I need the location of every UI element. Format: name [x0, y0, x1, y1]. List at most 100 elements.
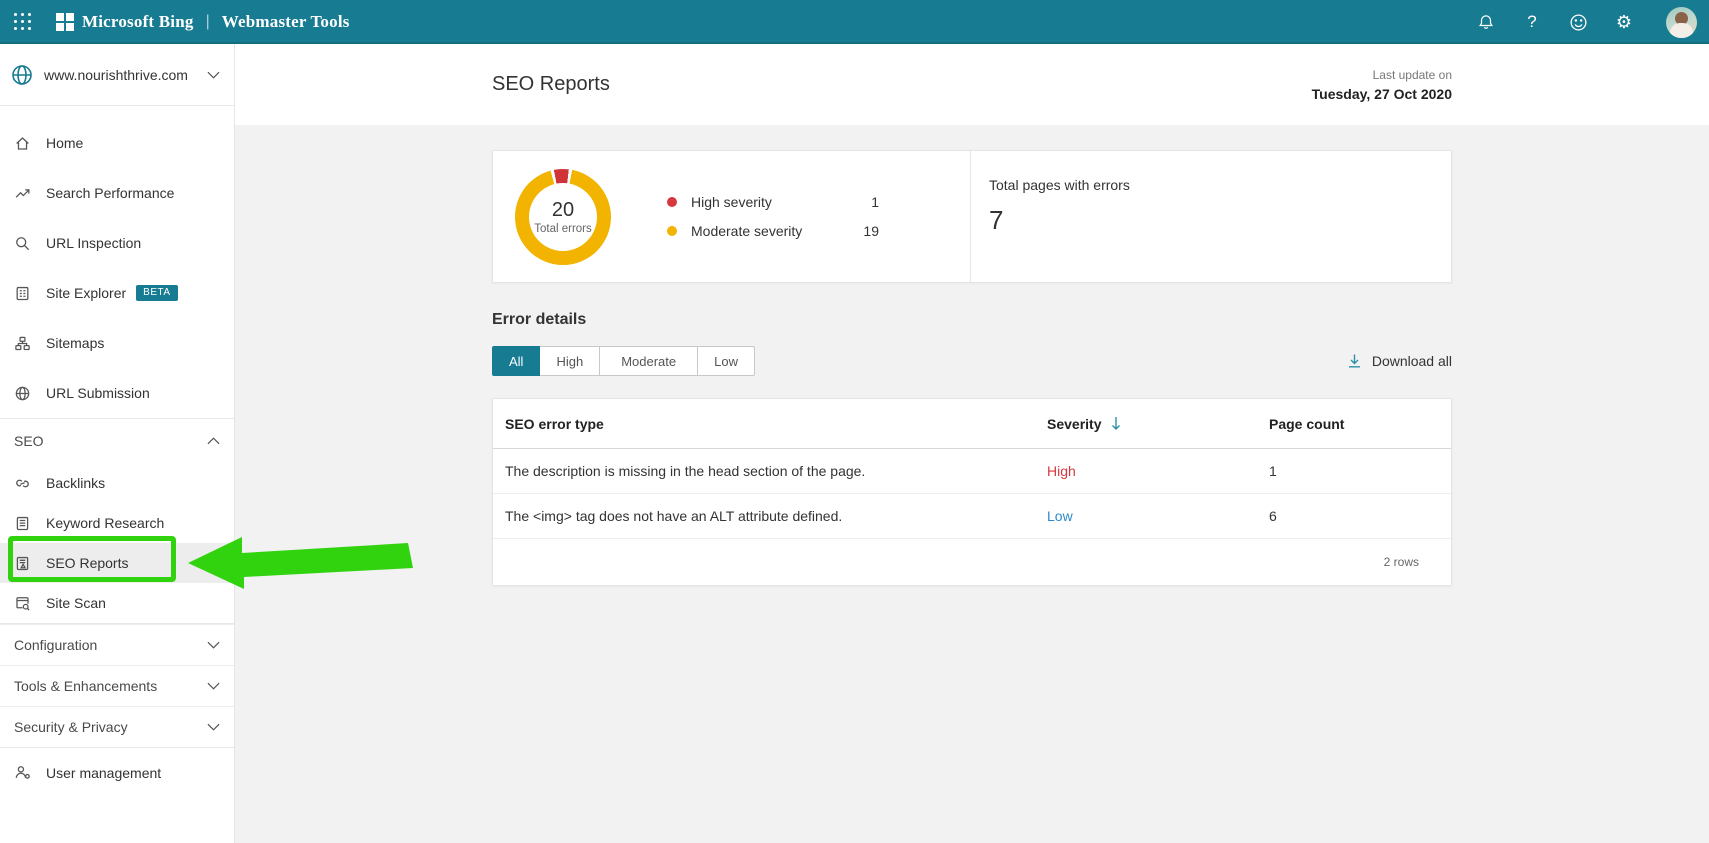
severity-cell: Low: [1047, 508, 1269, 524]
brand-separator: |: [206, 13, 210, 31]
legend-item-moderate: Moderate severity 19: [667, 223, 879, 239]
section-tools-enhancements[interactable]: Tools & Enhancements: [0, 665, 234, 706]
sidebar-item-sitemaps[interactable]: Sitemaps: [0, 318, 234, 368]
total-pages-value: 7: [989, 205, 1451, 236]
brand-title: Microsoft Bing: [82, 12, 194, 32]
sidebar-item-seo-reports[interactable]: SEO Reports: [0, 543, 234, 583]
total-errors-label: Total errors: [534, 223, 592, 235]
total-pages-section: Total pages with errors 7: [971, 151, 1451, 282]
section-security-privacy[interactable]: Security & Privacy: [0, 706, 234, 747]
document-lines-icon: [14, 515, 31, 532]
total-errors-value: 20: [552, 199, 574, 222]
download-all-button[interactable]: Download all: [1347, 353, 1452, 369]
user-gear-icon: [14, 764, 31, 781]
page-title: SEO Reports: [492, 73, 610, 96]
sidebar-item-url-submission[interactable]: URL Submission: [0, 368, 234, 418]
sidebar-item-user-management[interactable]: User management: [0, 747, 234, 797]
high-severity-dot-icon: [667, 197, 677, 207]
last-update-date: Tuesday, 27 Oct 2020: [1312, 86, 1452, 102]
table-row[interactable]: The description is missing in the head s…: [493, 449, 1451, 494]
error-type-cell: The description is missing in the head s…: [505, 463, 1047, 479]
donut-section: 20 Total errors High severity 1 Moderate: [493, 151, 971, 282]
product-title: Webmaster Tools: [222, 12, 350, 32]
tab-low[interactable]: Low: [698, 346, 755, 376]
sidebar-item-label: Sitemaps: [46, 335, 104, 351]
error-details-table: SEO error type Severity Page count The d…: [492, 398, 1452, 586]
sidebar-item-label: Backlinks: [46, 475, 105, 491]
legend-label: Moderate severity: [691, 223, 863, 239]
tab-high[interactable]: High: [540, 346, 600, 376]
donut-legend: High severity 1 Moderate severity 19: [667, 194, 879, 239]
section-label: Tools & Enhancements: [14, 678, 201, 694]
feedback-smiley-icon[interactable]: [1568, 12, 1588, 32]
tab-all[interactable]: All: [492, 346, 540, 376]
sidebar-item-backlinks[interactable]: Backlinks: [0, 463, 234, 503]
error-details-heading: Error details: [492, 311, 1452, 329]
sidebar-item-label: Keyword Research: [46, 515, 164, 531]
column-header-severity[interactable]: Severity: [1047, 416, 1269, 432]
sidebar-item-keyword-research[interactable]: Keyword Research: [0, 503, 234, 543]
browser-scan-icon: [14, 595, 31, 612]
errors-donut-chart: 20 Total errors: [515, 169, 611, 265]
column-header-page-count: Page count: [1269, 416, 1451, 432]
legend-label: High severity: [691, 194, 871, 210]
sidebar-item-url-inspection[interactable]: URL Inspection: [0, 218, 234, 268]
error-summary-card: 20 Total errors High severity 1 Moderate: [492, 150, 1452, 283]
section-label: Security & Privacy: [14, 719, 201, 735]
legend-value: 1: [871, 194, 879, 210]
table-row[interactable]: The <img> tag does not have an ALT attri…: [493, 494, 1451, 539]
sidebar-item-site-scan[interactable]: Site Scan: [0, 583, 234, 623]
legend-value: 19: [863, 223, 879, 239]
moderate-severity-dot-icon: [667, 226, 677, 236]
trend-up-icon: [14, 185, 31, 202]
magnifier-icon: [14, 235, 31, 252]
severity-filter-tabs: All High Moderate Low: [492, 346, 755, 376]
chevron-up-icon: [207, 437, 220, 445]
settings-gear-icon[interactable]: ⚙: [1614, 12, 1634, 32]
chevron-down-icon: [207, 682, 220, 690]
user-avatar[interactable]: [1666, 7, 1697, 38]
sidebar-item-site-explorer[interactable]: Site Explorer BETA: [0, 268, 234, 318]
sidebar-item-label: User management: [46, 765, 161, 781]
sidebar-item-label: Site Explorer: [46, 285, 126, 301]
section-label: SEO: [14, 433, 201, 449]
sidebar: www.nourishthrive.com Home Search Perfor…: [0, 44, 235, 843]
sidebar-item-label: URL Inspection: [46, 235, 141, 251]
sidebar-item-label: Search Performance: [46, 185, 174, 201]
home-icon: [14, 135, 31, 152]
site-selector[interactable]: www.nourishthrive.com: [0, 44, 234, 106]
column-header-error-type: SEO error type: [505, 416, 1047, 432]
site-name: www.nourishthrive.com: [44, 67, 201, 83]
document-list-icon: [14, 285, 31, 302]
sort-descending-icon: [1110, 416, 1122, 431]
page-header: SEO Reports Last update on Tuesday, 27 O…: [235, 44, 1709, 125]
microsoft-logo-icon: [56, 13, 74, 31]
section-label: Configuration: [14, 637, 201, 653]
page-count-cell: 6: [1269, 508, 1451, 524]
waffle-icon[interactable]: [12, 11, 34, 33]
help-icon[interactable]: ?: [1522, 12, 1542, 32]
report-icon: [14, 555, 31, 572]
sidebar-item-label: URL Submission: [46, 385, 150, 401]
section-configuration[interactable]: Configuration: [0, 624, 234, 665]
table-header-row: SEO error type Severity Page count: [493, 399, 1451, 449]
page-count-cell: 1: [1269, 463, 1451, 479]
total-pages-label: Total pages with errors: [989, 177, 1451, 193]
site-globe-icon: [10, 63, 34, 87]
beta-badge: BETA: [136, 285, 177, 301]
tab-moderate[interactable]: Moderate: [600, 346, 698, 376]
chevron-down-icon: [207, 71, 220, 79]
sidebar-item-search-performance[interactable]: Search Performance: [0, 168, 234, 218]
section-seo[interactable]: SEO: [0, 419, 234, 463]
bell-icon[interactable]: [1476, 12, 1496, 32]
download-icon: [1347, 353, 1362, 369]
top-bar: Microsoft Bing | Webmaster Tools ? ⚙: [0, 0, 1709, 44]
link-icon: [14, 475, 31, 492]
chevron-down-icon: [207, 641, 220, 649]
chevron-down-icon: [207, 723, 220, 731]
table-row-count: 2 rows: [493, 539, 1451, 585]
sidebar-item-label: Home: [46, 135, 83, 151]
sidebar-item-home[interactable]: Home: [0, 118, 234, 168]
severity-cell: High: [1047, 463, 1269, 479]
globe-icon: [14, 385, 31, 402]
